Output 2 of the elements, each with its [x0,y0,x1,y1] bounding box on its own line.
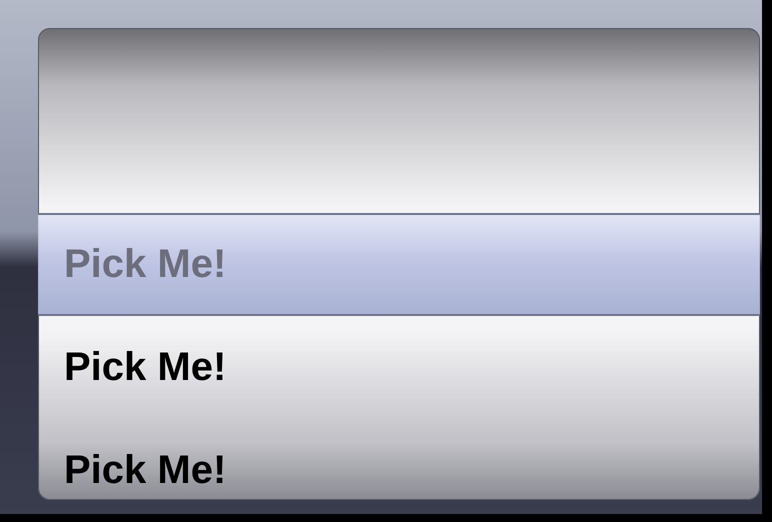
picker-row[interactable]: Pick Me! [38,316,760,419]
picker-row[interactable]: Pick Me! [38,419,760,500]
